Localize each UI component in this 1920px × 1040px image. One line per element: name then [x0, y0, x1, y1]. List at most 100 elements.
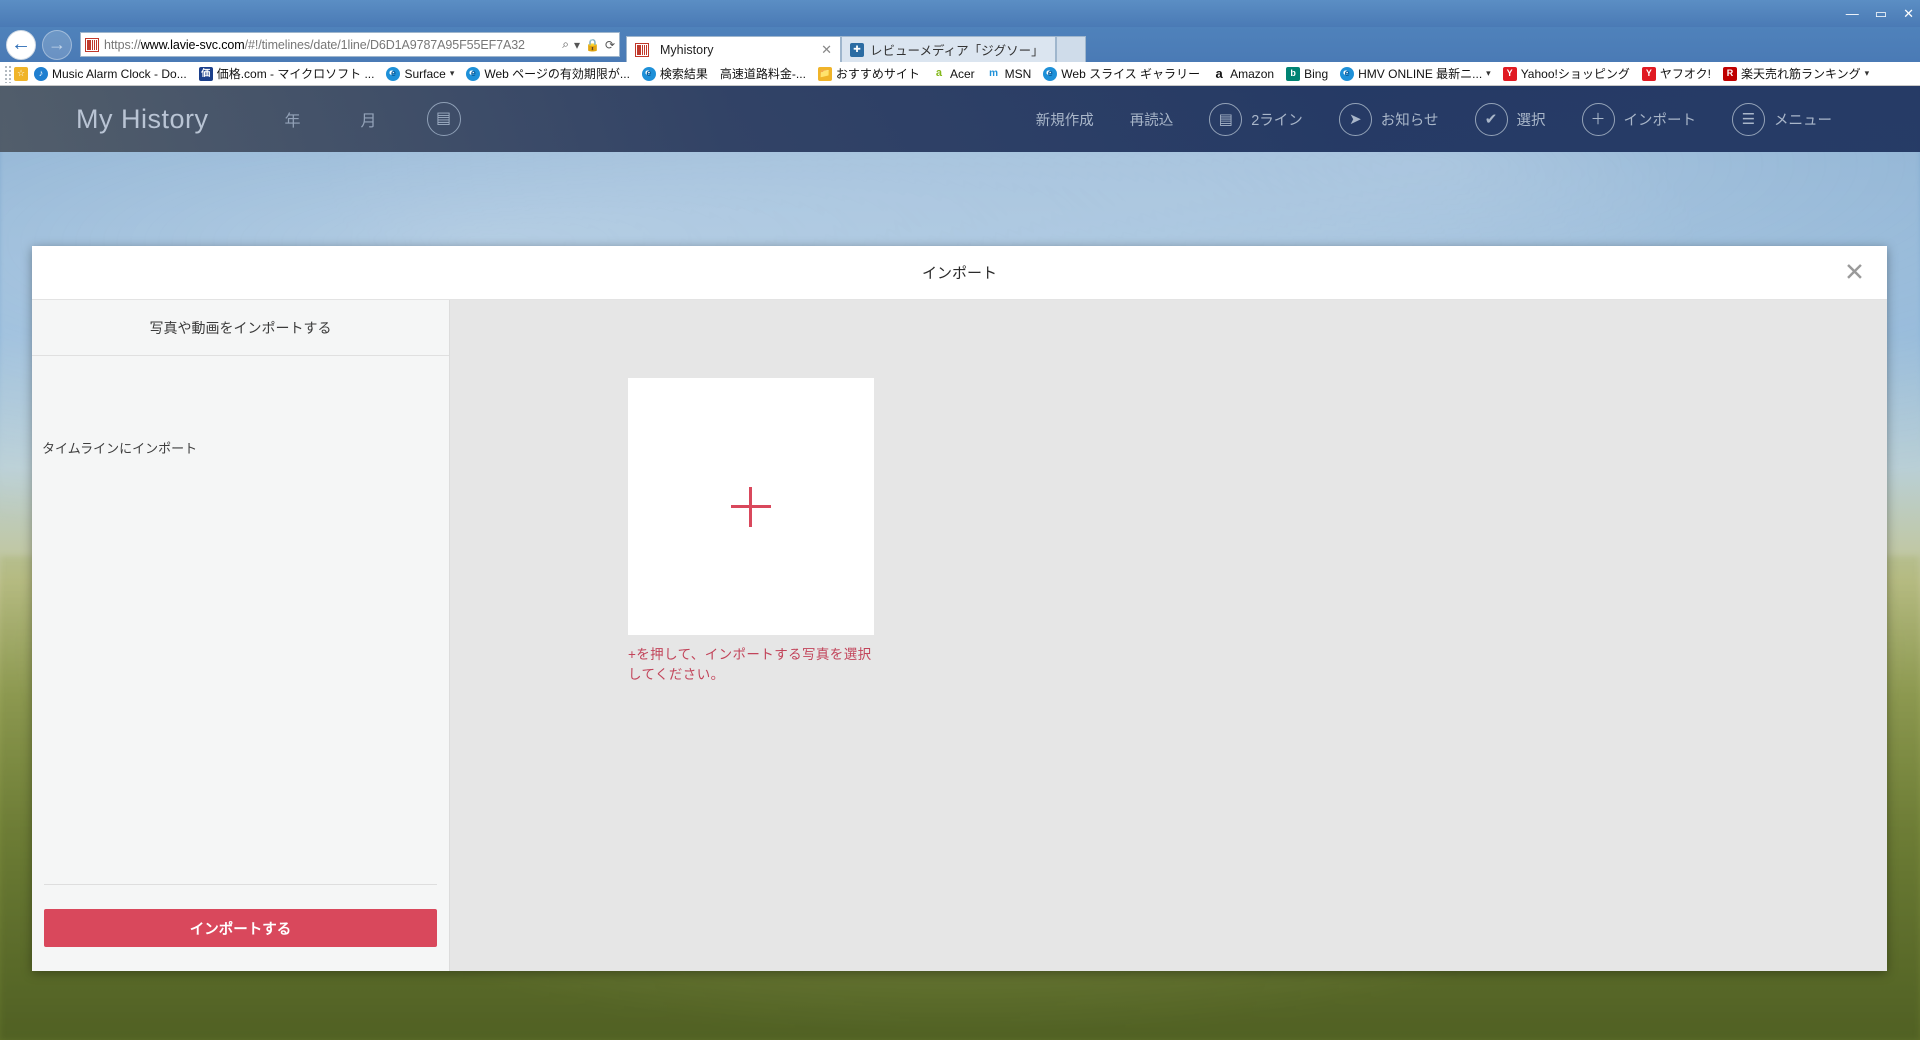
minimize-button[interactable]: —: [1846, 7, 1859, 20]
nav-two-line[interactable]: ▤ 2ライン: [1191, 102, 1321, 136]
sidebar-section-label: タイムラインにインポート: [42, 441, 198, 456]
lines-icon: ▤: [435, 110, 452, 127]
tab-title: Myhistory: [660, 42, 714, 57]
lock-icon: 🔒: [584, 37, 600, 52]
nav-menu[interactable]: ☰ メニュー: [1714, 102, 1850, 136]
folder-icon: 📁: [817, 66, 832, 81]
close-window-button[interactable]: ✕: [1903, 7, 1914, 20]
tab-title: レビューメディア「ジグソー」: [870, 44, 1044, 58]
nav-label: メニュー: [1774, 112, 1832, 129]
favorite-item[interactable]: e Web ページの有効期限が...: [460, 63, 636, 85]
back-arrow-icon: ←: [11, 33, 31, 55]
import-submit-button[interactable]: インポートする: [44, 909, 437, 947]
nav-import[interactable]: ＋ インポート: [1564, 102, 1715, 136]
favorite-item[interactable]: e Surface ▾: [380, 63, 460, 85]
favorite-label: 検索結果 高速道路料金-...: [659, 67, 806, 81]
favorites-add-icon[interactable]: ☆: [14, 66, 28, 81]
nav-year[interactable]: 年: [285, 107, 301, 131]
sidebar-header-label: 写真や動画をインポートする: [32, 300, 449, 356]
ie-icon: e: [641, 66, 656, 81]
search-icon[interactable]: ⌕: [562, 37, 569, 52]
plus-icon: ＋: [1581, 102, 1615, 136]
dropzone-hint-text: +を押して、インポートする写真を選択してください。: [628, 647, 872, 683]
window-titlebar: — ▭ ✕: [0, 0, 1920, 27]
favorite-label: Web ページの有効期限が...: [484, 67, 630, 81]
yahoo-icon: Y: [1502, 66, 1517, 81]
favorite-label: Yahoo!ショッピング: [1520, 67, 1630, 81]
nav-reload[interactable]: 再読込: [1112, 109, 1192, 130]
favorite-label: Web スライス ギャラリー: [1061, 67, 1201, 81]
favorite-folder[interactable]: 📁 おすすめサイト: [812, 63, 926, 85]
alarm-icon: ♪: [34, 66, 48, 81]
favorite-label: 楽天売れ筋ランキング: [1740, 67, 1861, 81]
puzzle-icon: ✚: [850, 42, 864, 57]
dialog-main-panel: +を押して、インポートする写真を選択してください。: [450, 300, 1887, 971]
header-right-nav: 新規作成 再読込 ▤ 2ライン ➤ お知らせ ✔ 選択 ＋ インポート ☰ メニ…: [1018, 102, 1850, 136]
nav-label: 選択: [1516, 112, 1546, 129]
favorite-label: Bing: [1304, 66, 1329, 81]
favorite-item[interactable]: a Amazon: [1206, 63, 1280, 85]
url-host: www.lavie-svc.com: [140, 37, 245, 52]
maximize-button[interactable]: ▭: [1875, 7, 1887, 20]
tab-myhistory[interactable]: Myhistory ✕: [626, 36, 841, 62]
chevron-down-icon[interactable]: ▾: [1865, 68, 1870, 79]
chevron-down-icon[interactable]: ▾: [574, 38, 580, 52]
address-bar[interactable]: https://www.lavie-svc.com/#!/timelines/d…: [80, 32, 620, 57]
favorite-item[interactable]: e Web スライス ギャラリー: [1037, 63, 1206, 85]
url-input[interactable]: https://www.lavie-svc.com/#!/timelines/d…: [104, 38, 557, 52]
tab-review-media[interactable]: ✚ レビューメディア「ジグソー」: [841, 36, 1056, 62]
refresh-icon[interactable]: ⟳: [605, 38, 615, 52]
import-dialog: インポート ✕ 写真や動画をインポートする タイムラインにインポート インポート…: [32, 246, 1887, 971]
nav-month[interactable]: 月: [361, 107, 377, 131]
tab-favicon: [635, 42, 649, 57]
line-layout-toggle[interactable]: ▤: [426, 102, 461, 136]
favorite-item[interactable]: Y Yahoo!ショッピング: [1497, 63, 1636, 85]
kakaku-icon: 価: [198, 66, 213, 81]
msn-icon: m: [986, 66, 1001, 81]
plus-icon[interactable]: [731, 486, 771, 527]
check-icon: ✔: [1474, 102, 1508, 136]
favorite-item[interactable]: ♪ Music Alarm Clock - Do...: [28, 63, 193, 85]
favorite-item[interactable]: Y ヤフオク!: [1636, 63, 1717, 85]
nav-new[interactable]: 新規作成: [1018, 109, 1112, 130]
favorites-grip[interactable]: [4, 64, 12, 83]
ie-icon: e: [386, 66, 401, 81]
paper-plane-icon: ➤: [1338, 102, 1372, 136]
header-left-nav: 年 月: [285, 107, 377, 131]
favorite-label: HMV ONLINE 最新ニ...: [1358, 67, 1483, 81]
page-title: My History: [76, 103, 209, 134]
close-icon[interactable]: ✕: [1844, 260, 1865, 285]
favorite-item[interactable]: a Acer: [926, 63, 981, 85]
forward-arrow-icon: →: [48, 34, 66, 54]
nav-label: 再読込: [1129, 112, 1174, 129]
nav-select[interactable]: ✔ 選択: [1457, 102, 1564, 136]
favorite-item[interactable]: R 楽天売れ筋ランキング ▾: [1717, 63, 1875, 85]
photo-dropzone[interactable]: [628, 378, 874, 635]
amazon-icon: a: [1212, 66, 1227, 81]
favorite-item[interactable]: e 検索結果 高速道路料金-...: [636, 63, 812, 85]
window-controls: — ▭ ✕: [1846, 0, 1914, 27]
new-tab-button[interactable]: [1056, 36, 1086, 62]
tab-strip: Myhistory ✕ ✚ レビューメディア「ジグソー」: [626, 27, 1086, 62]
list-icon: ☰: [1732, 102, 1765, 136]
chevron-down-icon[interactable]: ▾: [450, 68, 455, 79]
favorite-item[interactable]: m MSN: [981, 63, 1038, 85]
favorite-label: Acer: [949, 66, 975, 81]
favorite-item[interactable]: e HMV ONLINE 最新ニ... ▾: [1334, 63, 1497, 85]
lines-icon: ▤: [1209, 102, 1243, 136]
close-icon[interactable]: ✕: [821, 42, 832, 58]
page-content: My History 年 月 ▤ 新規作成 再読込 ▤ 2ライン ➤ お知らせ …: [0, 86, 1920, 1040]
favorite-item[interactable]: b Bing: [1280, 63, 1334, 85]
favorite-item[interactable]: 価 価格.com - マイクロソフト ...: [193, 63, 381, 85]
dialog-titlebar: インポート ✕: [32, 246, 1887, 300]
favorite-label: Surface: [404, 66, 446, 81]
chevron-down-icon[interactable]: ▾: [1486, 68, 1491, 79]
favorite-label: Music Alarm Clock - Do...: [52, 66, 187, 81]
dialog-sidebar: 写真や動画をインポートする タイムラインにインポート インポートする: [32, 300, 450, 971]
back-button[interactable]: ←: [6, 29, 36, 60]
browser-navbar: ← → https://www.lavie-svc.com/#!/timelin…: [0, 27, 1920, 62]
forward-button[interactable]: →: [42, 29, 72, 60]
app-header: My History 年 月 ▤ 新規作成 再読込 ▤ 2ライン ➤ お知らせ …: [0, 86, 1920, 152]
nav-notifications[interactable]: ➤ お知らせ: [1321, 102, 1457, 136]
